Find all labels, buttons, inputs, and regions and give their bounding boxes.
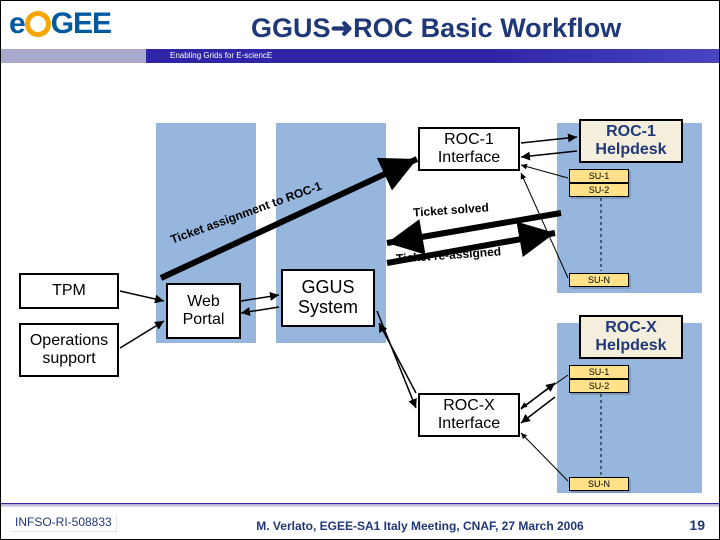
rocx-su-1: SU-1	[569, 365, 629, 379]
rocx-int-label-2: Interface	[438, 415, 500, 433]
rocx-su-n: SU-N	[569, 477, 629, 491]
roc1-helpdesk-box: ROC-1 Helpdesk	[579, 119, 683, 163]
roc1-su-1: SU-1	[569, 169, 629, 183]
rocx-su-2: SU-2	[569, 379, 629, 393]
roc1-interface-box: ROC-1 Interface	[418, 127, 520, 171]
web-portal-label-1: Web	[187, 293, 220, 311]
flow-reassign-label: Ticket re-assigned	[396, 244, 502, 265]
rocx-interface-box: ROC-X Interface	[418, 393, 520, 437]
footer-divider	[1, 503, 719, 507]
logo-text-left: e	[9, 7, 25, 40]
ops-support-box: Operations support	[19, 323, 119, 377]
rocx-help-label-1: ROC-X	[605, 319, 657, 337]
roc1-su-n: SU-N	[569, 273, 629, 287]
roc1-help-label-2: Helpdesk	[595, 141, 666, 159]
ggus-system-box: GGUS System	[281, 269, 375, 327]
subtitle-bar: Enabling Grids for E-sciencE	[146, 49, 719, 63]
page-title: GGUS➜ROC Basic Workflow	[251, 13, 621, 44]
page-number: 19	[689, 517, 705, 533]
roc1-int-label-1: ROC-1	[444, 131, 494, 149]
web-portal-box: Web Portal	[166, 283, 241, 339]
title-right: ROC Basic Workflow	[353, 13, 621, 43]
subtitle-block	[1, 49, 146, 63]
diagram-canvas: TPM Operations support Web Portal GGUS S…	[1, 63, 719, 503]
footer: INFSO-RI-508833 M. Verlato, EGEE-SA1 Ita…	[1, 503, 719, 539]
rocx-help-label-2: Helpdesk	[595, 337, 666, 355]
footer-caption: M. Verlato, EGEE-SA1 Italy Meeting, CNAF…	[1, 519, 719, 533]
ops-label-1: Operations	[30, 332, 108, 350]
rocx-int-label-1: ROC-X	[443, 397, 495, 415]
rocx-helpdesk-box: ROC-X Helpdesk	[579, 315, 683, 359]
egee-logo: e GEE	[9, 7, 129, 47]
logo-text-right: GEE	[51, 7, 111, 40]
logo-ring-icon	[25, 11, 51, 37]
tpm-box: TPM	[19, 273, 119, 309]
flow-solved-label: Ticket solved	[413, 200, 490, 219]
header: e GEE GGUS➜ROC Basic Workflow Enabling Gr…	[1, 1, 719, 63]
title-left: GGUS	[251, 13, 331, 43]
ggus-label-1: GGUS	[301, 278, 354, 298]
arrow-right-icon: ➜	[331, 13, 354, 43]
ggus-label-2: System	[298, 298, 358, 318]
roc1-su-2: SU-2	[569, 183, 629, 197]
roc1-help-label-1: ROC-1	[606, 123, 656, 141]
ops-label-2: support	[42, 350, 95, 368]
web-portal-label-2: Portal	[183, 311, 225, 329]
roc1-int-label-2: Interface	[438, 149, 500, 167]
tpm-label: TPM	[52, 282, 86, 300]
